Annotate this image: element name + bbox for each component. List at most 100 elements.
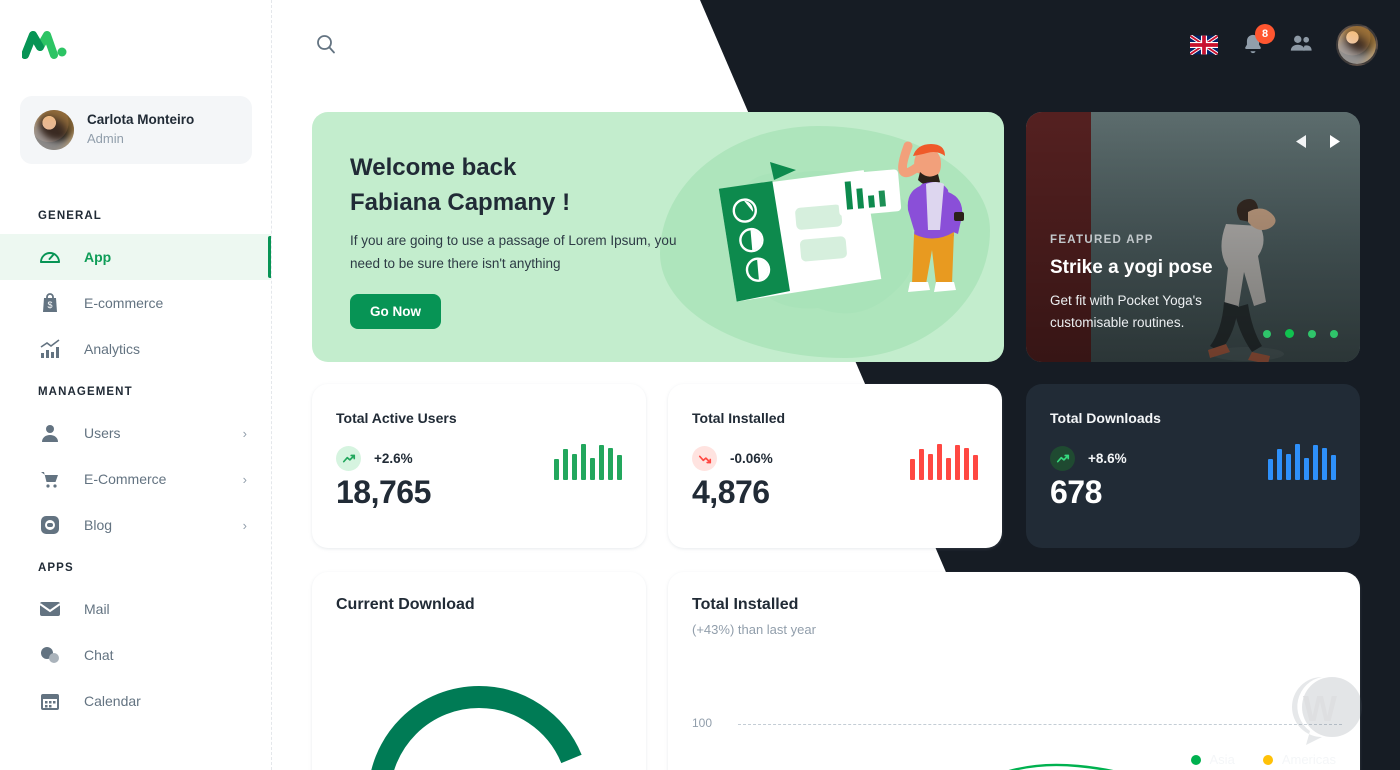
featured-title: Strike a yogi pose <box>1050 257 1213 278</box>
sidebar-item-users[interactable]: Users › <box>0 410 271 456</box>
sidebar: Carlota Monteiro Admin GENERAL App $ E-comm… <box>0 0 272 770</box>
stat-card-total-installed: Total Installed -0.06% 4,876 <box>668 384 1002 548</box>
sidebar-item-label: E-Commerce <box>84 471 167 487</box>
sidebar-item-label: E-commerce <box>84 295 164 311</box>
stat-title: Total Active Users <box>336 410 457 426</box>
go-now-button[interactable]: Go Now <box>350 294 441 329</box>
shopping-bag-icon: $ <box>38 291 62 315</box>
card-subtitle: (+43%) than last year <box>692 622 816 637</box>
chat-icon <box>38 643 62 667</box>
trend-down-icon <box>692 446 717 471</box>
watermark-letter: W <box>1303 688 1337 729</box>
sparkline-bar <box>928 454 933 480</box>
stat-value: 678 <box>1050 474 1102 510</box>
stat-change: -0.06% <box>730 451 773 466</box>
sparkline-bar <box>554 459 559 480</box>
stat-change: +8.6% <box>1088 451 1127 466</box>
carousel-dot[interactable] <box>1285 329 1294 338</box>
trend-up-icon <box>1050 446 1075 471</box>
w-watermark-logo: W <box>1286 671 1364 754</box>
analytics-icon <box>38 337 62 361</box>
uk-flag-icon[interactable] <box>1190 35 1218 55</box>
sparkline-bar <box>910 459 915 480</box>
sparkline-bar <box>955 445 960 480</box>
carousel-dot[interactable] <box>1263 329 1271 338</box>
carousel-dot[interactable] <box>1330 329 1338 338</box>
download-donut-chart <box>354 672 604 770</box>
featured-description: Get fit with Pocket Yoga's customisable … <box>1050 293 1202 330</box>
sparkline-bar <box>1286 454 1291 480</box>
topbar: 8 <box>272 0 1400 88</box>
prev-arrow-icon[interactable] <box>1294 134 1307 154</box>
featured-app-card[interactable]: FEATURED APP Strike a yogi pose Get fit … <box>1026 112 1360 362</box>
sidebar-item-mail[interactable]: Mail <box>0 586 271 632</box>
stat-sparkline <box>554 444 622 480</box>
user-icon <box>38 421 62 445</box>
sidebar-item-analytics[interactable]: Analytics <box>0 326 271 372</box>
stat-trend: +2.6% <box>336 446 413 471</box>
stat-value: 18,765 <box>336 474 431 510</box>
sparkline-bar <box>919 449 924 480</box>
sparkline-bar <box>599 445 604 480</box>
next-arrow-icon[interactable] <box>1329 134 1342 154</box>
sparkline-bar <box>1322 448 1327 480</box>
carousel-dot[interactable] <box>1308 329 1316 338</box>
sparkline-bar <box>563 449 568 480</box>
stat-sparkline <box>1268 444 1336 480</box>
stat-change: +2.6% <box>374 451 413 466</box>
sidebar-item-label: Chat <box>84 647 114 663</box>
svg-text:$: $ <box>47 300 52 310</box>
sidebar-section-management: MANAGEMENT <box>38 386 133 398</box>
chevron-right-icon[interactable]: › <box>243 426 247 441</box>
search-icon[interactable] <box>314 32 338 56</box>
sparkline-bar <box>1304 458 1309 480</box>
profile-name: Carlota Monteiro <box>87 112 195 128</box>
sparkline-bar <box>946 458 951 480</box>
total-installed-card: Total Installed (+43%) than last year 10… <box>668 572 1360 770</box>
main-content: Welcome back Fabiana Capmany ! If you ar… <box>272 88 1400 770</box>
cart-icon <box>38 467 62 491</box>
featured-carousel-dots[interactable] <box>1263 329 1338 338</box>
sidebar-item-label: Mail <box>84 601 110 617</box>
welcome-line2: Fabiana Capmany ! <box>350 189 571 216</box>
sparkline-bar <box>1313 445 1318 480</box>
sidebar-item-blog[interactable]: Blog › <box>0 502 271 548</box>
sparkline-bar <box>973 455 978 480</box>
sparkline-bar <box>1331 455 1336 480</box>
sidebar-item-label: Users <box>84 425 121 441</box>
sparkline-bar <box>617 455 622 480</box>
stat-trend: +8.6% <box>1050 446 1127 471</box>
chevron-right-icon[interactable]: › <box>243 472 247 487</box>
stat-trend: -0.06% <box>692 446 773 471</box>
chevron-right-icon[interactable]: › <box>243 518 247 533</box>
welcome-line1: Welcome back <box>350 154 517 181</box>
notifications-button[interactable]: 8 <box>1240 24 1275 58</box>
sparkline-bar <box>1295 444 1300 480</box>
sparkline-bar <box>581 444 586 480</box>
topbar-actions: 8 <box>1190 24 1378 66</box>
dashboard-page: Carlota Monteiro Admin GENERAL App $ E-comm… <box>0 0 1400 770</box>
sidebar-item-e-commerce[interactable]: E-Commerce › <box>0 456 271 502</box>
sparkline-bar <box>937 444 942 480</box>
sparkline-bar <box>572 454 577 480</box>
sidebar-item-e-commerce[interactable]: $ E-commerce <box>0 280 271 326</box>
sidebar-section-apps: APPS <box>38 562 74 574</box>
welcome-description: If you are going to use a passage of Lor… <box>350 233 677 271</box>
y-axis-tick-100: 100 <box>692 716 713 730</box>
sidebar-item-chat[interactable]: Chat <box>0 632 271 678</box>
sparkline-bar <box>608 448 613 480</box>
sidebar-nav: GENERAL App $ E-commerce Analytics MANAGEMENT… <box>0 196 271 724</box>
account-avatar[interactable] <box>1336 24 1378 66</box>
sidebar-item-label: Analytics <box>84 341 141 357</box>
m-logo-icon[interactable] <box>21 28 68 62</box>
contacts-icon[interactable] <box>1288 30 1314 61</box>
sidebar-item-label: Blog <box>84 517 113 533</box>
card-title: Current Download <box>336 596 475 613</box>
notification-badge: 8 <box>1255 24 1275 44</box>
sparkline-bar <box>964 448 969 480</box>
avatar <box>34 110 74 150</box>
sidebar-profile-card[interactable]: Carlota Monteiro Admin <box>20 96 252 164</box>
sidebar-item-app[interactable]: App <box>0 234 271 280</box>
dashboard-icon <box>38 245 62 269</box>
sidebar-item-calendar[interactable]: Calendar <box>0 678 271 724</box>
